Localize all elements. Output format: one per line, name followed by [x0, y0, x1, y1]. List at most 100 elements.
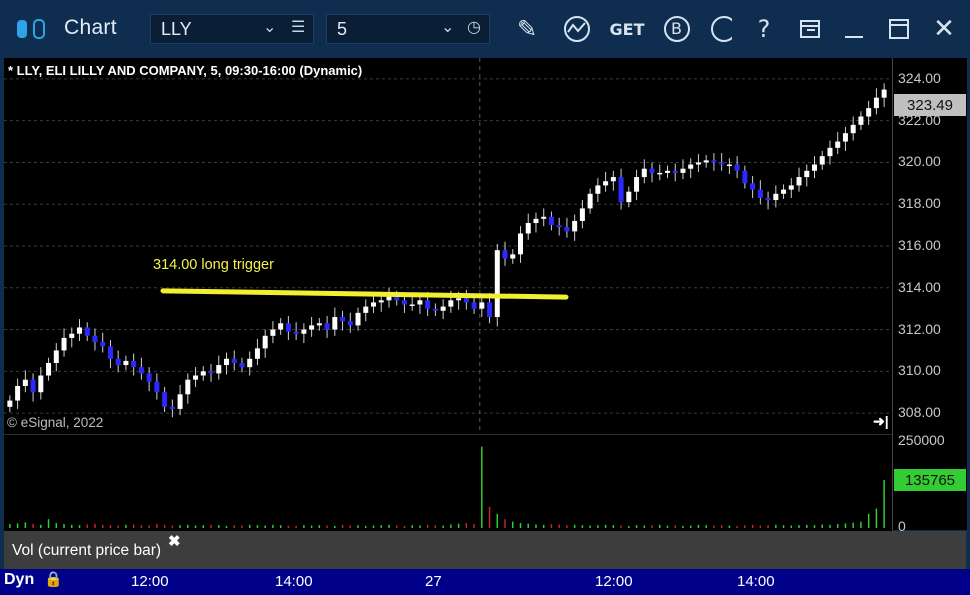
candle-body	[750, 183, 756, 190]
candle-body	[293, 331, 299, 334]
candle-body	[131, 360, 137, 368]
time-tick-label: 14:00	[737, 573, 775, 590]
candle-body	[564, 227, 570, 232]
candle-body	[231, 358, 237, 363]
candle-body	[533, 218, 539, 224]
candle-body	[471, 302, 477, 309]
candle-body	[224, 358, 229, 366]
candle-body	[46, 362, 52, 376]
candle-body	[316, 323, 322, 326]
candle-body	[432, 308, 438, 311]
candle-body	[340, 317, 346, 322]
candle-body	[185, 379, 191, 395]
candle-body	[169, 406, 175, 409]
candle-body	[115, 358, 121, 366]
candle-body	[672, 170, 678, 173]
dynamic-mode-label[interactable]: Dyn	[4, 571, 34, 589]
close-icon[interactable]: ✖	[168, 532, 181, 550]
time-tick-label: 12:00	[131, 573, 169, 590]
candle-body	[363, 306, 369, 313]
candle-body	[711, 160, 717, 163]
candle-body	[618, 177, 624, 203]
candle-body	[107, 346, 113, 359]
price-tick-label: 312.00	[898, 320, 941, 337]
candle-body	[239, 362, 245, 368]
candle-body	[301, 329, 307, 334]
price-tick-label: 308.00	[898, 404, 941, 421]
candle-body	[634, 177, 640, 192]
candle-body	[425, 300, 431, 309]
candle-body	[502, 250, 508, 259]
candle-body	[448, 300, 454, 307]
candle-body	[355, 312, 361, 326]
candle-body	[587, 193, 593, 209]
candle-body	[409, 304, 415, 306]
candle-body	[332, 317, 338, 330]
volume-tick-top: 250000	[898, 432, 945, 448]
candle-body	[556, 225, 562, 228]
candle-body	[401, 300, 407, 305]
candle-body	[84, 327, 90, 336]
candle-body	[742, 170, 748, 184]
candle-body	[479, 302, 485, 309]
candle-body	[309, 325, 315, 330]
candle-body	[603, 181, 609, 186]
candle-body	[657, 172, 663, 175]
candle-body	[572, 220, 578, 232]
candle-body	[15, 385, 21, 401]
candle-body	[626, 191, 632, 203]
candle-body	[100, 342, 106, 347]
candle-body	[378, 300, 384, 303]
candle-body	[548, 216, 554, 226]
last-volume-badge: 135765	[894, 469, 966, 491]
candle-body	[7, 400, 13, 407]
price-tick-label: 324.00	[898, 69, 941, 86]
candle-body	[525, 223, 531, 234]
candle-body	[494, 250, 500, 318]
candle-body	[162, 392, 168, 407]
candle-body	[92, 335, 98, 343]
time-tick-label: 14:00	[275, 573, 313, 590]
candle-body	[138, 367, 144, 374]
candle-body	[649, 168, 655, 173]
candle-body	[53, 350, 59, 363]
trend-line-label: 314.00 long trigger	[153, 257, 274, 273]
scroll-to-end-icon[interactable]: ➜|	[873, 413, 889, 430]
candle-body	[38, 375, 44, 393]
candle-body	[247, 358, 253, 368]
candle-body	[665, 170, 670, 173]
chart-canvas	[4, 58, 892, 528]
candle-body	[680, 168, 686, 173]
candle-body	[146, 373, 152, 382]
candle-body	[270, 329, 276, 336]
candle-body	[765, 197, 771, 201]
lock-icon[interactable]: 🔒	[44, 570, 63, 588]
candle-body	[757, 189, 763, 198]
candle-body	[734, 164, 740, 171]
candle-body	[510, 254, 516, 259]
study-label[interactable]: Vol (current price bar)	[12, 542, 161, 560]
candle-body	[850, 124, 856, 134]
candle-body	[796, 177, 802, 186]
candle-body	[417, 300, 423, 305]
candle-body	[812, 164, 817, 171]
candle-body	[193, 375, 199, 380]
candle-body	[200, 371, 206, 376]
long-trigger-trend-line	[160, 288, 569, 300]
candle-body	[781, 189, 787, 194]
candle-body	[579, 208, 585, 221]
candle-body	[347, 321, 353, 326]
candle-body	[463, 298, 469, 303]
candle-body	[703, 160, 709, 163]
candle-body	[123, 360, 129, 366]
candle-body	[30, 379, 36, 393]
candle-body	[873, 97, 879, 109]
candle-body	[881, 89, 887, 98]
candle-body	[177, 394, 183, 409]
candle-body	[69, 333, 75, 338]
time-tick-label: 27	[425, 573, 442, 590]
candle-body	[22, 379, 28, 386]
candle-body	[154, 381, 160, 393]
price-tick-label: 320.00	[898, 153, 941, 170]
candle-body	[804, 170, 810, 178]
